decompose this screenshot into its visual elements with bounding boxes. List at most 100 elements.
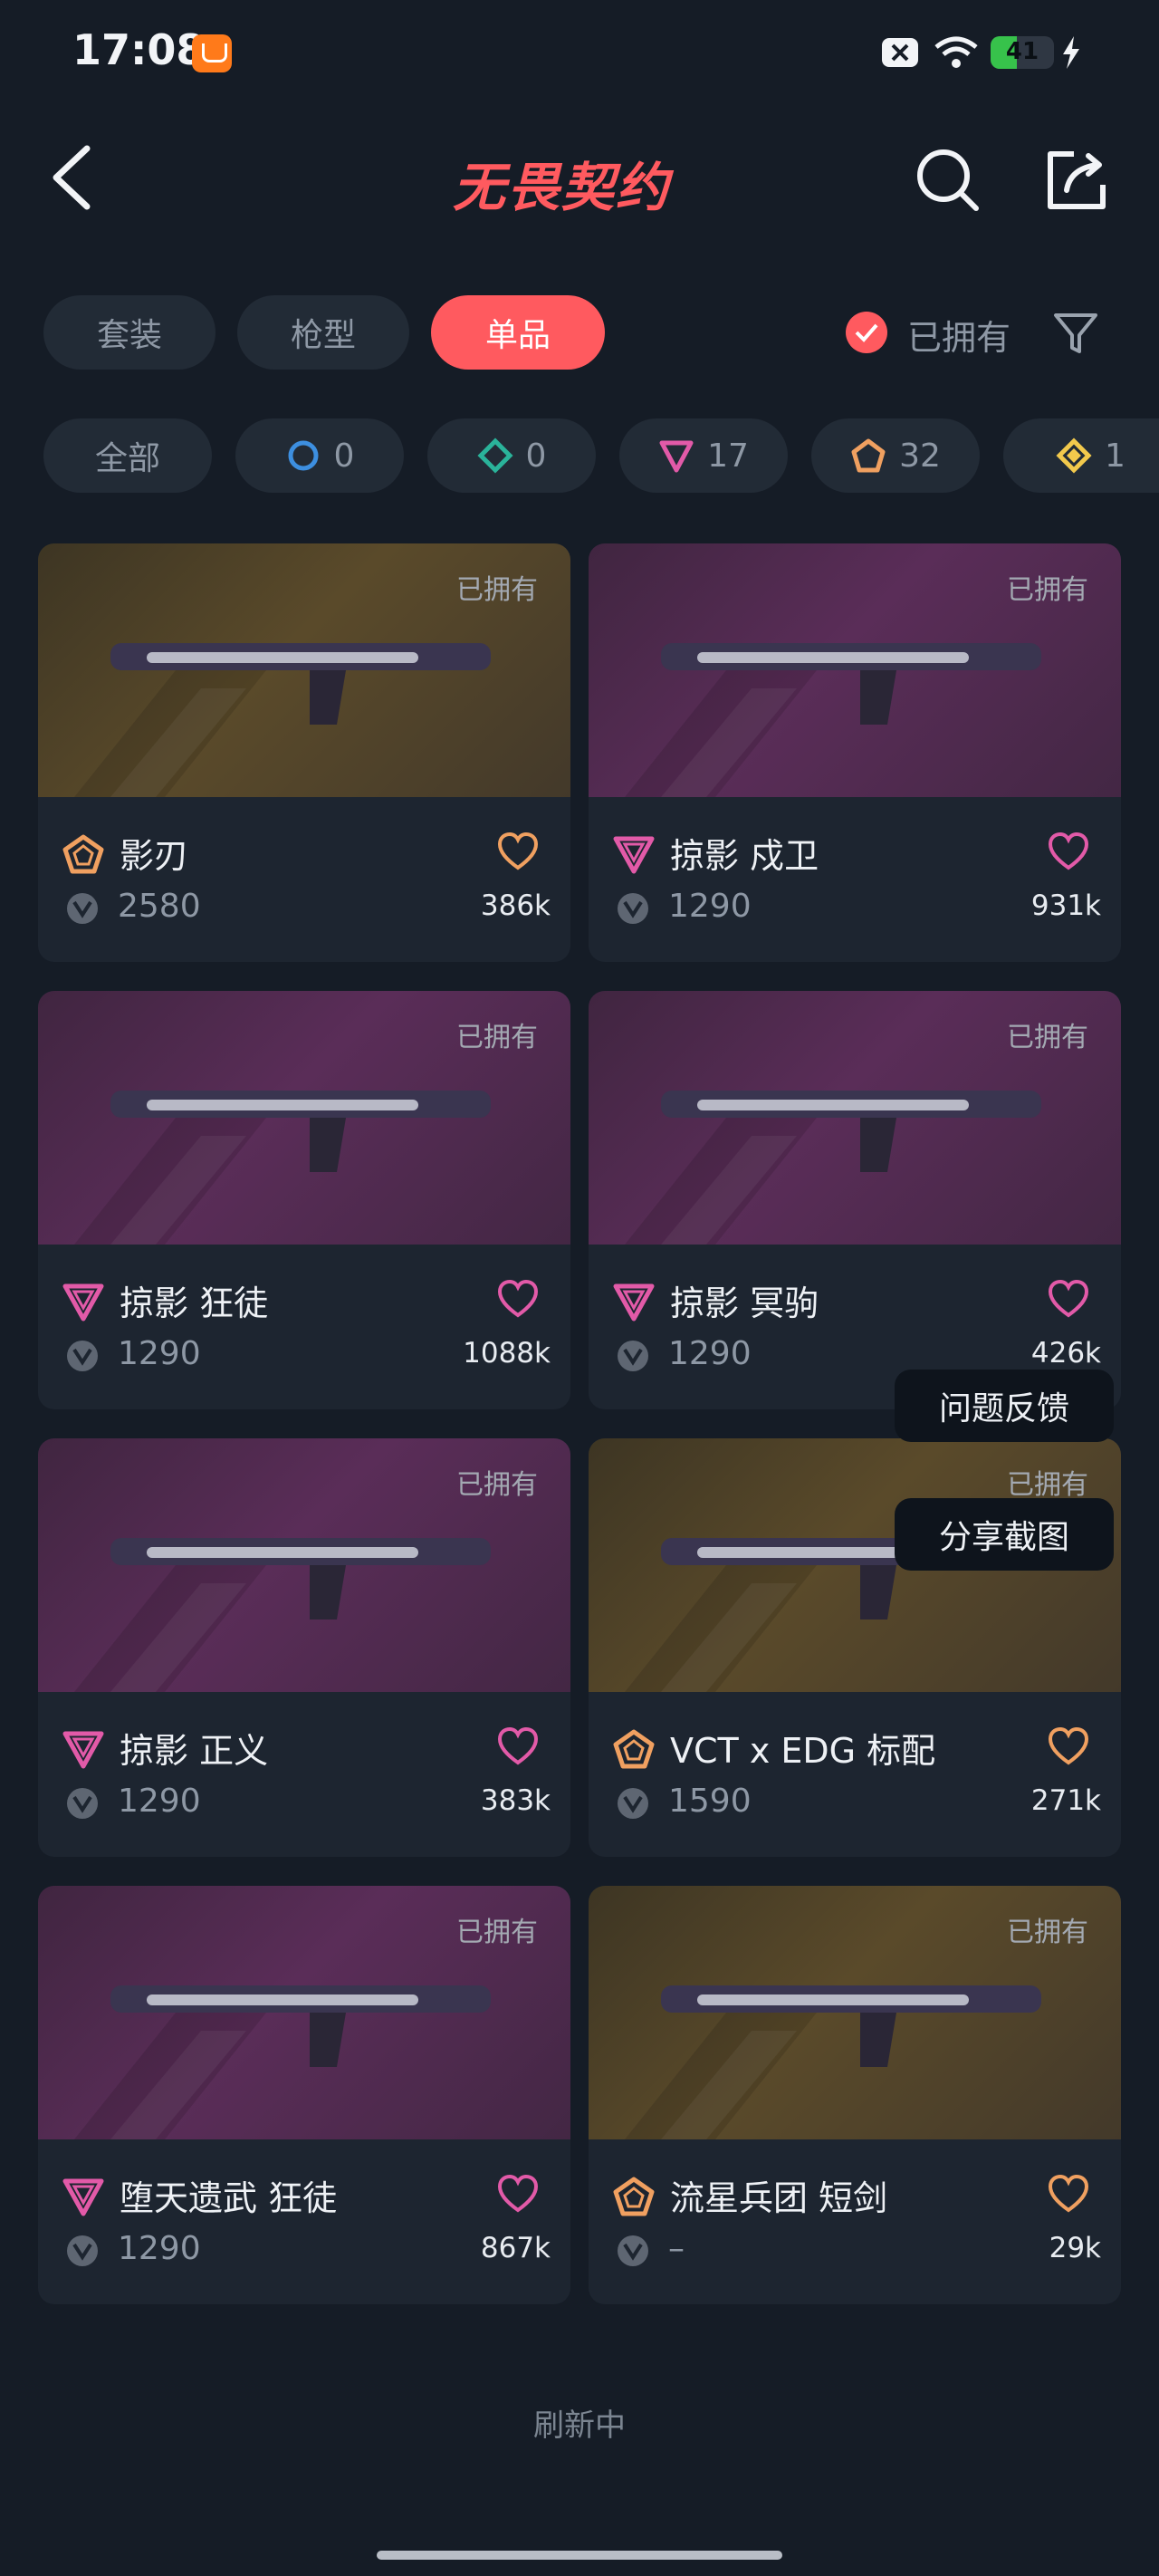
item-image: 已拥有 (589, 991, 1121, 1245)
valorant-points-icon (67, 2235, 98, 2266)
favorite-heart-icon[interactable] (496, 831, 540, 871)
item-name: 掠影 冥驹 (670, 1283, 819, 1323)
favorite-heart-icon[interactable] (1047, 1279, 1090, 1319)
share-screenshot-button[interactable]: 分享截图 (895, 1498, 1114, 1571)
owned-checkbox[interactable] (846, 312, 887, 353)
item-price: – (668, 2230, 685, 2267)
rarity-chip-count: 1 (1105, 437, 1125, 475)
filter-icon[interactable] (1050, 308, 1101, 359)
owned-badge: 已拥有 (1007, 1917, 1088, 1948)
sim-off-icon (882, 38, 918, 67)
rarity-chip-deluxe[interactable]: 0 (427, 418, 596, 493)
owned-badge: 已拥有 (456, 1022, 538, 1053)
rarity-chip-all[interactable]: 全部 (43, 418, 212, 493)
item-image: 已拥有 (38, 991, 570, 1245)
item-likes: 386k (480, 889, 551, 922)
favorite-heart-icon[interactable] (1047, 1726, 1090, 1766)
item-card[interactable]: 已拥有 掠影 正义 1290 383k (38, 1438, 570, 1857)
item-likes: 867k (480, 2232, 551, 2264)
item-likes: 426k (1030, 1337, 1101, 1370)
select-tier-icon (288, 440, 319, 471)
item-name: 影刃 (120, 836, 189, 876)
item-price: 1290 (668, 888, 752, 925)
premium-tier-icon (613, 836, 655, 874)
item-image: 已拥有 (38, 1438, 570, 1692)
item-name: 掠影 狂徒 (120, 1283, 269, 1323)
item-price: 1290 (118, 2230, 201, 2267)
ultra-tier-icon (1056, 437, 1092, 474)
owned-filter-label[interactable]: 已拥有 (907, 310, 1011, 360)
favorite-heart-icon[interactable] (496, 1279, 540, 1319)
item-name: 堕天遗武 狂徒 (120, 2178, 338, 2218)
status-time: 17:08 (72, 25, 206, 74)
valorant-points-icon (618, 1788, 648, 1819)
item-card[interactable]: 已拥有堕天遗武 狂徒 1290 867k (38, 1886, 570, 2304)
premium-tier-icon (62, 1731, 104, 1769)
rarity-badge (62, 833, 105, 880)
exclusive-tier-icon (62, 834, 104, 874)
item-price: 1290 (118, 1335, 201, 1372)
rarity-badge (62, 1281, 105, 1328)
back-icon[interactable] (47, 143, 98, 212)
valorant-points-icon (618, 893, 648, 924)
premium-tier-icon (62, 1283, 104, 1322)
item-image: 已拥有 (38, 543, 570, 797)
search-icon[interactable] (913, 145, 982, 214)
owned-badge: 已拥有 (1007, 1022, 1088, 1053)
item-price: 1590 (668, 1783, 752, 1820)
item-name: 流星兵团 短剑 (670, 2178, 888, 2218)
favorite-heart-icon[interactable] (1047, 2174, 1090, 2214)
owned-badge: 已拥有 (456, 574, 538, 606)
item-name: VCT x EDG 标配 (670, 1731, 936, 1771)
tab-weapon-type[interactable]: 枪型 (237, 295, 409, 370)
wifi-icon (934, 36, 978, 68)
item-name: 掠影 正义 (120, 1731, 269, 1771)
feedback-button[interactable]: 问题反馈 (895, 1370, 1114, 1442)
rarity-chip-count: 0 (525, 437, 547, 475)
item-name: 掠影 戍卫 (670, 836, 819, 876)
valorant-points-icon (67, 1341, 98, 1371)
item-likes: 383k (480, 1784, 551, 1817)
refresh-status: 刷新中 (533, 2408, 626, 2444)
owned-badge: 已拥有 (456, 1469, 538, 1501)
item-image: 已拥有 (38, 1886, 570, 2139)
favorite-heart-icon[interactable] (496, 1726, 540, 1766)
rarity-chip-all-label: 全部 (94, 440, 160, 477)
premium-tier-icon (62, 2178, 104, 2216)
tab-single-items[interactable]: 单品 (431, 295, 605, 370)
charging-icon (1063, 36, 1079, 69)
exclusive-tier-icon (613, 2177, 655, 2216)
owned-badge: 已拥有 (456, 1917, 538, 1948)
rarity-chip-ultra[interactable]: 1 (1003, 418, 1159, 493)
exclusive-tier-icon (613, 1729, 655, 1769)
item-card[interactable]: 已拥有 掠影 戍卫 1290 931k (589, 543, 1121, 962)
item-card[interactable]: 已拥有 影刃 2580 386k (38, 543, 570, 962)
rarity-chip-count: 32 (899, 437, 941, 475)
rarity-badge (62, 1728, 105, 1775)
rarity-chip-exclusive[interactable]: 32 (811, 418, 980, 493)
rarity-badge (612, 1281, 656, 1328)
deluxe-tier-icon (477, 437, 513, 474)
rarity-chip-select[interactable]: 0 (235, 418, 404, 493)
rarity-chip-premium[interactable]: 17 (619, 418, 788, 493)
tab-bundles[interactable]: 套装 (43, 295, 216, 370)
rarity-chip-count: 17 (707, 437, 749, 475)
battery-indicator: 41 (991, 36, 1054, 69)
premium-tier-icon (659, 440, 694, 473)
favorite-heart-icon[interactable] (1047, 831, 1090, 871)
exclusive-tier-icon (851, 438, 886, 473)
item-likes: 1088k (463, 1337, 551, 1370)
valorant-points-icon (618, 2235, 648, 2266)
favorite-heart-icon[interactable] (496, 2174, 540, 2214)
battery-level: 41 (1005, 38, 1039, 65)
valorant-points-icon (618, 1341, 648, 1371)
item-card[interactable]: 已拥有掠影 狂徒 1290 1088k (38, 991, 570, 1409)
rarity-badge (612, 833, 656, 880)
item-card[interactable]: 已拥有 掠影 冥驹 1290 426k (589, 991, 1121, 1409)
owned-badge: 已拥有 (1007, 1469, 1088, 1501)
item-likes: 931k (1030, 889, 1101, 922)
home-indicator[interactable] (377, 2551, 782, 2560)
share-icon[interactable] (1043, 145, 1112, 214)
item-card[interactable]: 已拥有 流星兵团 短剑 – 29k (589, 1886, 1121, 2304)
app-logo-title: 无畏契约 (453, 157, 671, 218)
